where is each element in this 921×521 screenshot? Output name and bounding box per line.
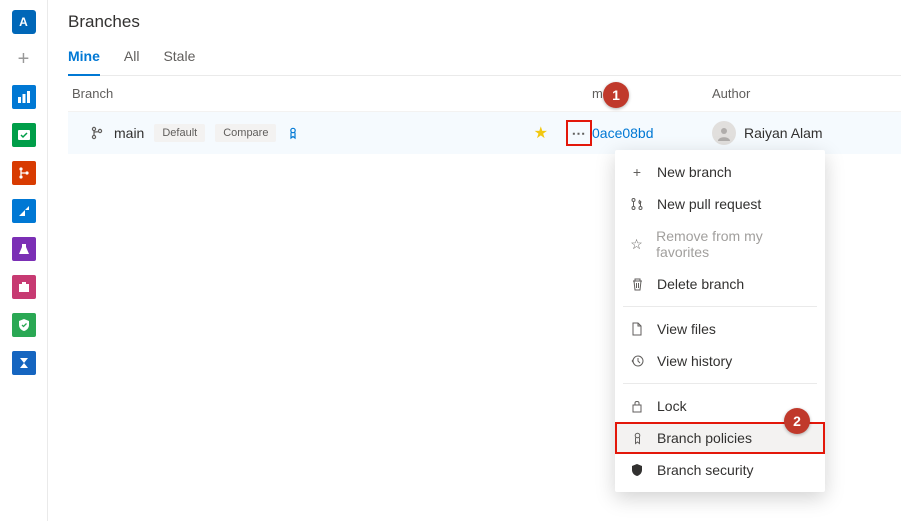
branch-row[interactable]: main Default Compare ★ ⋯ 0ace08bd Raiyan… [68, 112, 901, 154]
tab-stale[interactable]: Stale [163, 42, 195, 75]
callout-1: 1 [603, 82, 629, 108]
callout-2: 2 [784, 408, 810, 434]
project-badge[interactable]: A [12, 10, 36, 34]
menu-label: View history [657, 353, 732, 369]
tabs: Mine All Stale [68, 42, 901, 76]
commit-link[interactable]: 0ace08bd [592, 125, 654, 141]
menu-label: Branch security [657, 462, 753, 478]
pull-request-icon [629, 197, 645, 211]
menu-separator [623, 306, 817, 307]
plus-icon: + [629, 164, 645, 180]
author-name: Raiyan Alam [744, 125, 823, 141]
nav-artifacts-icon[interactable] [12, 275, 36, 299]
menu-view-files[interactable]: View files [615, 313, 825, 345]
tab-all[interactable]: All [124, 42, 140, 75]
left-nav: A + [0, 0, 48, 521]
add-icon[interactable]: + [18, 48, 30, 71]
author-avatar-icon [712, 121, 736, 145]
lock-icon [629, 399, 645, 413]
tab-mine[interactable]: Mine [68, 42, 100, 76]
menu-label: Lock [657, 398, 687, 414]
file-icon [629, 322, 645, 336]
nav-repos-icon[interactable] [12, 161, 36, 185]
badge-icon [629, 431, 645, 445]
menu-remove-favorite: ☆ Remove from my favorites [615, 220, 825, 268]
branch-icon [90, 126, 104, 140]
menu-view-history[interactable]: View history [615, 345, 825, 377]
menu-branch-security[interactable]: Branch security [615, 454, 825, 486]
nav-testplans-icon[interactable] [12, 237, 36, 261]
col-branch-header: Branch [72, 86, 592, 101]
star-outline-icon: ☆ [629, 236, 644, 253]
menu-separator [623, 383, 817, 384]
menu-delete-branch[interactable]: Delete branch [615, 268, 825, 300]
nav-overview-icon[interactable] [12, 85, 36, 109]
more-options-button[interactable]: ⋯ [566, 120, 592, 146]
default-tag: Default [154, 124, 205, 142]
menu-label: Remove from my favorites [656, 228, 811, 260]
menu-label: New pull request [657, 196, 761, 212]
nav-boards-icon[interactable] [12, 123, 36, 147]
nav-pipelines-icon[interactable] [12, 199, 36, 223]
shield-icon [629, 463, 645, 477]
main-content: Branches Mine All Stale Branch mmit Auth… [48, 0, 921, 521]
trash-icon [629, 277, 645, 291]
menu-label: Delete branch [657, 276, 744, 292]
branch-name[interactable]: main [114, 125, 144, 141]
column-headers: Branch mmit Author [68, 76, 901, 112]
menu-label: Branch policies [657, 430, 752, 446]
nav-hourglass-icon[interactable] [12, 351, 36, 375]
policy-badge-icon [286, 126, 300, 140]
menu-label: New branch [657, 164, 732, 180]
branch-context-menu: + New branch New pull request ☆ Remove f… [615, 150, 825, 492]
nav-compliance-icon[interactable] [12, 313, 36, 337]
history-icon [629, 354, 645, 368]
menu-new-branch[interactable]: + New branch [615, 156, 825, 188]
menu-new-pull-request[interactable]: New pull request [615, 188, 825, 220]
col-author-header: Author [712, 86, 897, 101]
menu-label: View files [657, 321, 716, 337]
page-title: Branches [68, 12, 901, 32]
favorite-star-icon[interactable]: ★ [534, 123, 548, 143]
compare-tag: Compare [215, 124, 276, 142]
